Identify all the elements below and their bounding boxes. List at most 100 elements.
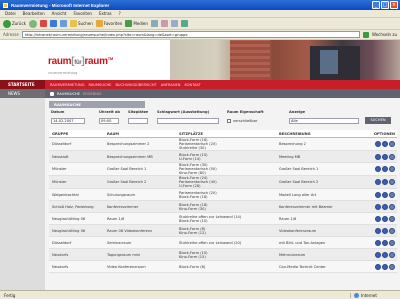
table-row[interactable]: Münster Großer Saal Bereich 2 Block-Form (… <box>49 176 397 189</box>
search-button[interactable]: Suchen <box>69 20 93 27</box>
table-row[interactable]: Münster Großer Saal Bereich 1 Block-Form (… <box>49 163 397 176</box>
datum-input[interactable]: 14.02.2007 <box>51 118 85 124</box>
edit-icon[interactable] <box>180 20 188 27</box>
sidebar-item-news[interactable]: NEWS <box>0 89 45 98</box>
stichwort-input[interactable] <box>157 118 219 124</box>
nav-link-buchungen[interactable]: BUCHUNGSÜBERSICHT <box>115 83 156 87</box>
print-icon[interactable] <box>170 20 178 27</box>
table-row[interactable]: Neudorfs Video Konferenzraum Block-Form (6… <box>49 261 397 273</box>
book-icon[interactable] <box>389 191 395 198</box>
edit-icon[interactable] <box>382 153 388 160</box>
table-row[interactable]: Walgenbachtal Schulungsraum Parlamentarisc… <box>49 189 397 201</box>
edit-icon[interactable] <box>382 215 388 222</box>
info-icon[interactable] <box>375 141 381 147</box>
info-icon[interactable] <box>375 263 381 270</box>
search-button-submit[interactable]: SUCHEN <box>365 117 391 124</box>
edit-icon[interactable] <box>382 179 388 185</box>
menu-edit[interactable]: Bearbeiten <box>23 11 45 16</box>
table-row[interactable]: Neudorfs Tagungsraum mini Block-Form (10) K… <box>49 249 397 261</box>
info-icon[interactable] <box>375 239 381 246</box>
subnav-raumsuche[interactable]: RAUMSUCHE <box>57 92 80 96</box>
nav-link-raumvermietung[interactable]: RAUMVERMIETUNG <box>50 83 85 87</box>
refresh-icon[interactable] <box>49 20 57 27</box>
edit-icon[interactable] <box>382 239 388 246</box>
book-icon[interactable] <box>389 263 395 270</box>
col-beschreibung[interactable]: BESCHREIBUNG <box>279 132 369 136</box>
anzeige-select[interactable]: Alle <box>289 118 359 124</box>
edit-icon[interactable] <box>382 263 388 270</box>
label-uhrzeit: Uhrzeit ab <box>99 110 120 114</box>
cell-optionen <box>369 251 397 258</box>
info-icon[interactable] <box>375 227 381 234</box>
table-row[interactable]: Neuglashütting 06 Raum 06 Videokonferenz B… <box>49 225 397 237</box>
book-icon[interactable] <box>389 227 395 234</box>
window-title: Raumvermietung - Microsoft Internet Expl… <box>11 2 110 8</box>
mail-icon[interactable] <box>160 20 168 27</box>
back-button[interactable]: Zurück <box>3 19 26 28</box>
edit-icon[interactable] <box>382 141 388 147</box>
col-raum[interactable]: RAUM <box>107 132 179 136</box>
menu-favorites[interactable]: Favoriten <box>73 11 92 16</box>
book-icon[interactable] <box>389 179 395 185</box>
forward-arrow-icon[interactable] <box>28 19 37 28</box>
info-icon[interactable] <box>375 203 381 210</box>
media-button[interactable]: Medien <box>125 20 148 27</box>
book-icon[interactable] <box>389 251 395 258</box>
close-button[interactable]: × <box>390 1 398 9</box>
nav-home[interactable]: STARTSEITE <box>0 80 45 89</box>
minimize-button[interactable]: _ <box>372 1 380 9</box>
stop-icon[interactable] <box>39 20 47 27</box>
seating-line: U-Form (28) <box>179 184 201 188</box>
address-input[interactable]: http://intranet/raum-vermietung/raumsuch… <box>21 31 360 38</box>
info-icon[interactable] <box>375 153 381 160</box>
table-row[interactable]: Neustadt Besprechungszimmer MB Block-Form … <box>49 151 397 163</box>
edit-icon[interactable] <box>382 166 388 172</box>
history-icon[interactable] <box>150 20 158 27</box>
edit-icon[interactable] <box>382 203 388 210</box>
edit-icon[interactable] <box>382 227 388 234</box>
sitzplatze-input[interactable] <box>128 118 148 124</box>
menu-view[interactable]: Ansicht <box>52 11 67 16</box>
table-row[interactable]: Düsseldorf Besprechungszimmer 2 Block-Form… <box>49 138 397 151</box>
edit-icon[interactable] <box>382 251 388 258</box>
book-icon[interactable] <box>389 239 395 246</box>
col-sitzplatze[interactable]: SITZPLÄTZE <box>179 132 279 136</box>
site-logo[interactable]: raum[für]raumTM <box>48 56 130 70</box>
go-arrow-icon[interactable] <box>362 31 369 38</box>
home-icon[interactable] <box>59 20 67 27</box>
cell-sitzplatze: Block-Form (10) Kino-Form (15) <box>179 251 279 259</box>
info-icon[interactable] <box>375 166 381 172</box>
cell-beschreibung: Raum 1/6 <box>279 216 297 221</box>
table-row[interactable]: Schloß Holz, Paderborg Konferenzzimmer Blo… <box>49 201 397 213</box>
table-row[interactable]: Düsseldorf Seminarraum Stuhlreihe offen zu… <box>49 237 397 249</box>
book-icon[interactable] <box>389 215 395 222</box>
maximize-button[interactable]: □ <box>381 1 389 9</box>
book-icon[interactable] <box>389 166 395 172</box>
cell-gruppe: Münster <box>52 167 67 171</box>
book-icon[interactable] <box>389 141 395 147</box>
title-bar[interactable]: Raumvermietung - Microsoft Internet Expl… <box>0 0 400 10</box>
subnav-ergebnis[interactable]: ERGEBNIS <box>83 92 101 96</box>
verschliessbar-checkbox[interactable] <box>227 119 231 123</box>
info-icon[interactable] <box>375 179 381 185</box>
cell-raum: Tagungsraum mini <box>107 252 141 257</box>
col-gruppe[interactable]: GRUPPE <box>49 132 107 136</box>
cell-optionen <box>369 215 397 222</box>
nav-link-kontakt[interactable]: KONTAKT <box>184 83 200 87</box>
go-button[interactable]: Wechseln zu <box>372 32 397 37</box>
info-icon[interactable] <box>375 191 381 198</box>
table-row[interactable]: Neuglashütting 06 Raum 1/6 Stuhlreihe offe… <box>49 213 397 225</box>
book-icon[interactable] <box>389 203 395 210</box>
nav-link-raumsuche[interactable]: RAUMSUCHE <box>89 83 112 87</box>
cell-beschreibung: mit Bild- und Ton-Anlagen <box>279 240 326 245</box>
menu-tools[interactable]: Extras <box>99 11 112 16</box>
info-icon[interactable] <box>375 215 381 222</box>
menu-help[interactable]: ? <box>119 11 121 16</box>
book-icon[interactable] <box>389 153 395 160</box>
edit-icon[interactable] <box>382 191 388 198</box>
menu-file[interactable]: Datei <box>5 11 16 16</box>
nav-link-anfragen[interactable]: ANFRAGEN <box>161 83 181 87</box>
info-icon[interactable] <box>375 251 381 258</box>
favorites-button[interactable]: Favoriten <box>95 20 122 27</box>
uhrzeit-input[interactable]: 09:00 <box>99 118 119 124</box>
